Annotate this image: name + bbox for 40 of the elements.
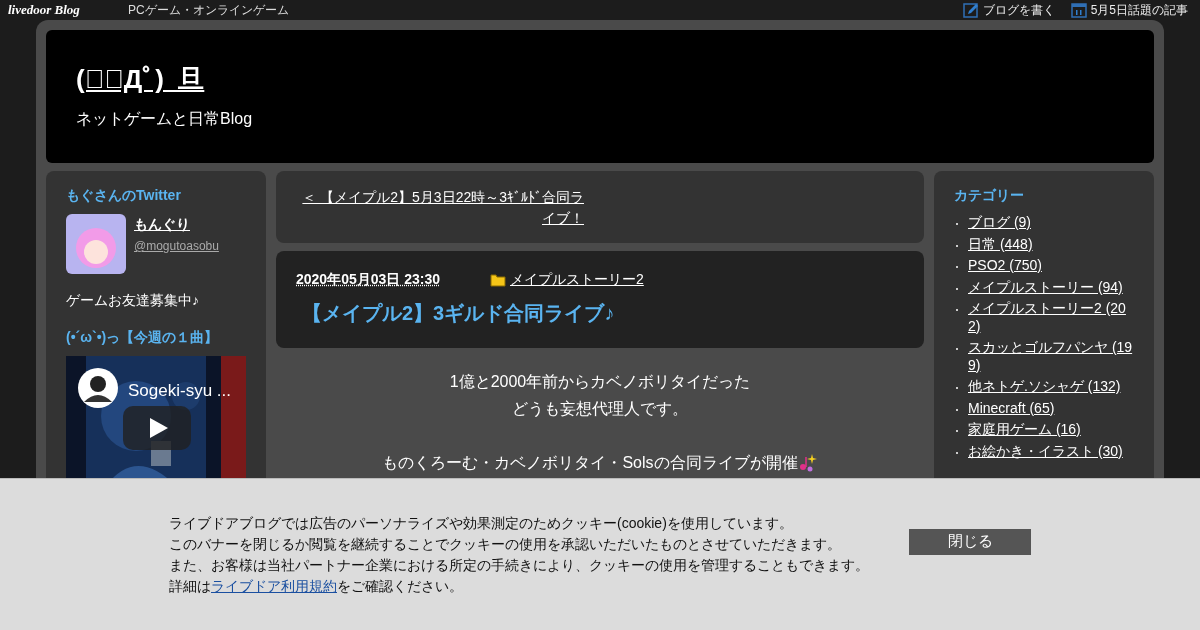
category-link[interactable]: 日常 (448) [968,235,1033,253]
play-button[interactable] [123,406,191,450]
category-link[interactable]: Minecraft (65) [968,399,1055,417]
category-link[interactable]: メイプルストーリー2 [510,269,644,290]
close-button[interactable]: 閉じる [909,528,1031,555]
post-text: 1億と2000年前からカベノボリタイだった [449,373,751,390]
cookie-text: また、お客様は当社パートナー企業における所定の手続きにより、クッキーの使用を管理することもできます。 [169,555,870,575]
pencil-note-icon [962,2,979,18]
calendar-icon [1070,2,1087,18]
blog-title[interactable]: (；ﾟДﾟ)_旦 [76,64,205,94]
genre-text: PCゲーム・オンラインゲーム [128,2,289,19]
profile-name[interactable]: もんぐり [134,214,219,235]
post-text: ものくろーむ・カベノボリタイ・Solsの合同ライブが開催 [382,453,798,473]
video-title[interactable]: Sogeki-syu ... [128,378,231,404]
channel-avatar-icon [78,368,118,408]
folder-icon [490,272,506,287]
profile-bio: ゲームお友達募集中♪ [66,291,200,310]
category-link[interactable]: 他ネトゲ.ソシャゲ (132) [968,378,1121,396]
category-link[interactable]: お絵かき・イラスト (30) [968,442,1123,460]
header-link[interactable]: 5月5日話題の記事 [1070,1,1188,19]
category-link[interactable]: ブログ (9) [968,214,1031,232]
post-text: どうも妄想代理人です。 [512,400,688,417]
category-link[interactable]: メイプルストーリー (94) [968,278,1123,296]
category-link[interactable]: メイプルストーリー2 (202) [968,300,1136,335]
sidebar-heading: カテゴリー [954,186,1025,205]
header-link[interactable]: ブログを書く [962,1,1055,19]
sidebar-heading: (•´ω`•)っ【今週の１曲】 [66,328,220,347]
cookie-text: ライブドアブログでは広告のパーソナライズや効果測定のためクッキー(cookie)を使用しています。 [169,513,794,533]
post-title: 【メイプル2】3ギルド合同ライブ♪ [301,301,616,326]
category-link[interactable]: 家庭用ゲーム (16) [968,421,1081,439]
terms-link[interactable]: ライブドア利用規約 [211,577,337,594]
site-logo[interactable]: livedoor Blog [8,0,112,20]
category-link[interactable]: スカッとゴルフパンヤ (199) [968,339,1136,374]
profile-handle[interactable]: @mogutoasobu [134,239,219,253]
cookie-text: 詳細はライブドア利用規約をご確認ください。 [169,576,464,596]
category-link[interactable]: PSO2 (750) [968,257,1042,275]
sidebar-heading: もぐさんのTwitter [66,186,182,205]
cookie-text: このバナーを閉じるか閲覧を継続することでクッキーの使用を承認いただいたものとさせていただきます。 [169,534,842,554]
blog-subtitle: ネットゲームと日常Blog [76,109,254,130]
post-date: 2020年05月03日 23:30 [296,270,440,289]
